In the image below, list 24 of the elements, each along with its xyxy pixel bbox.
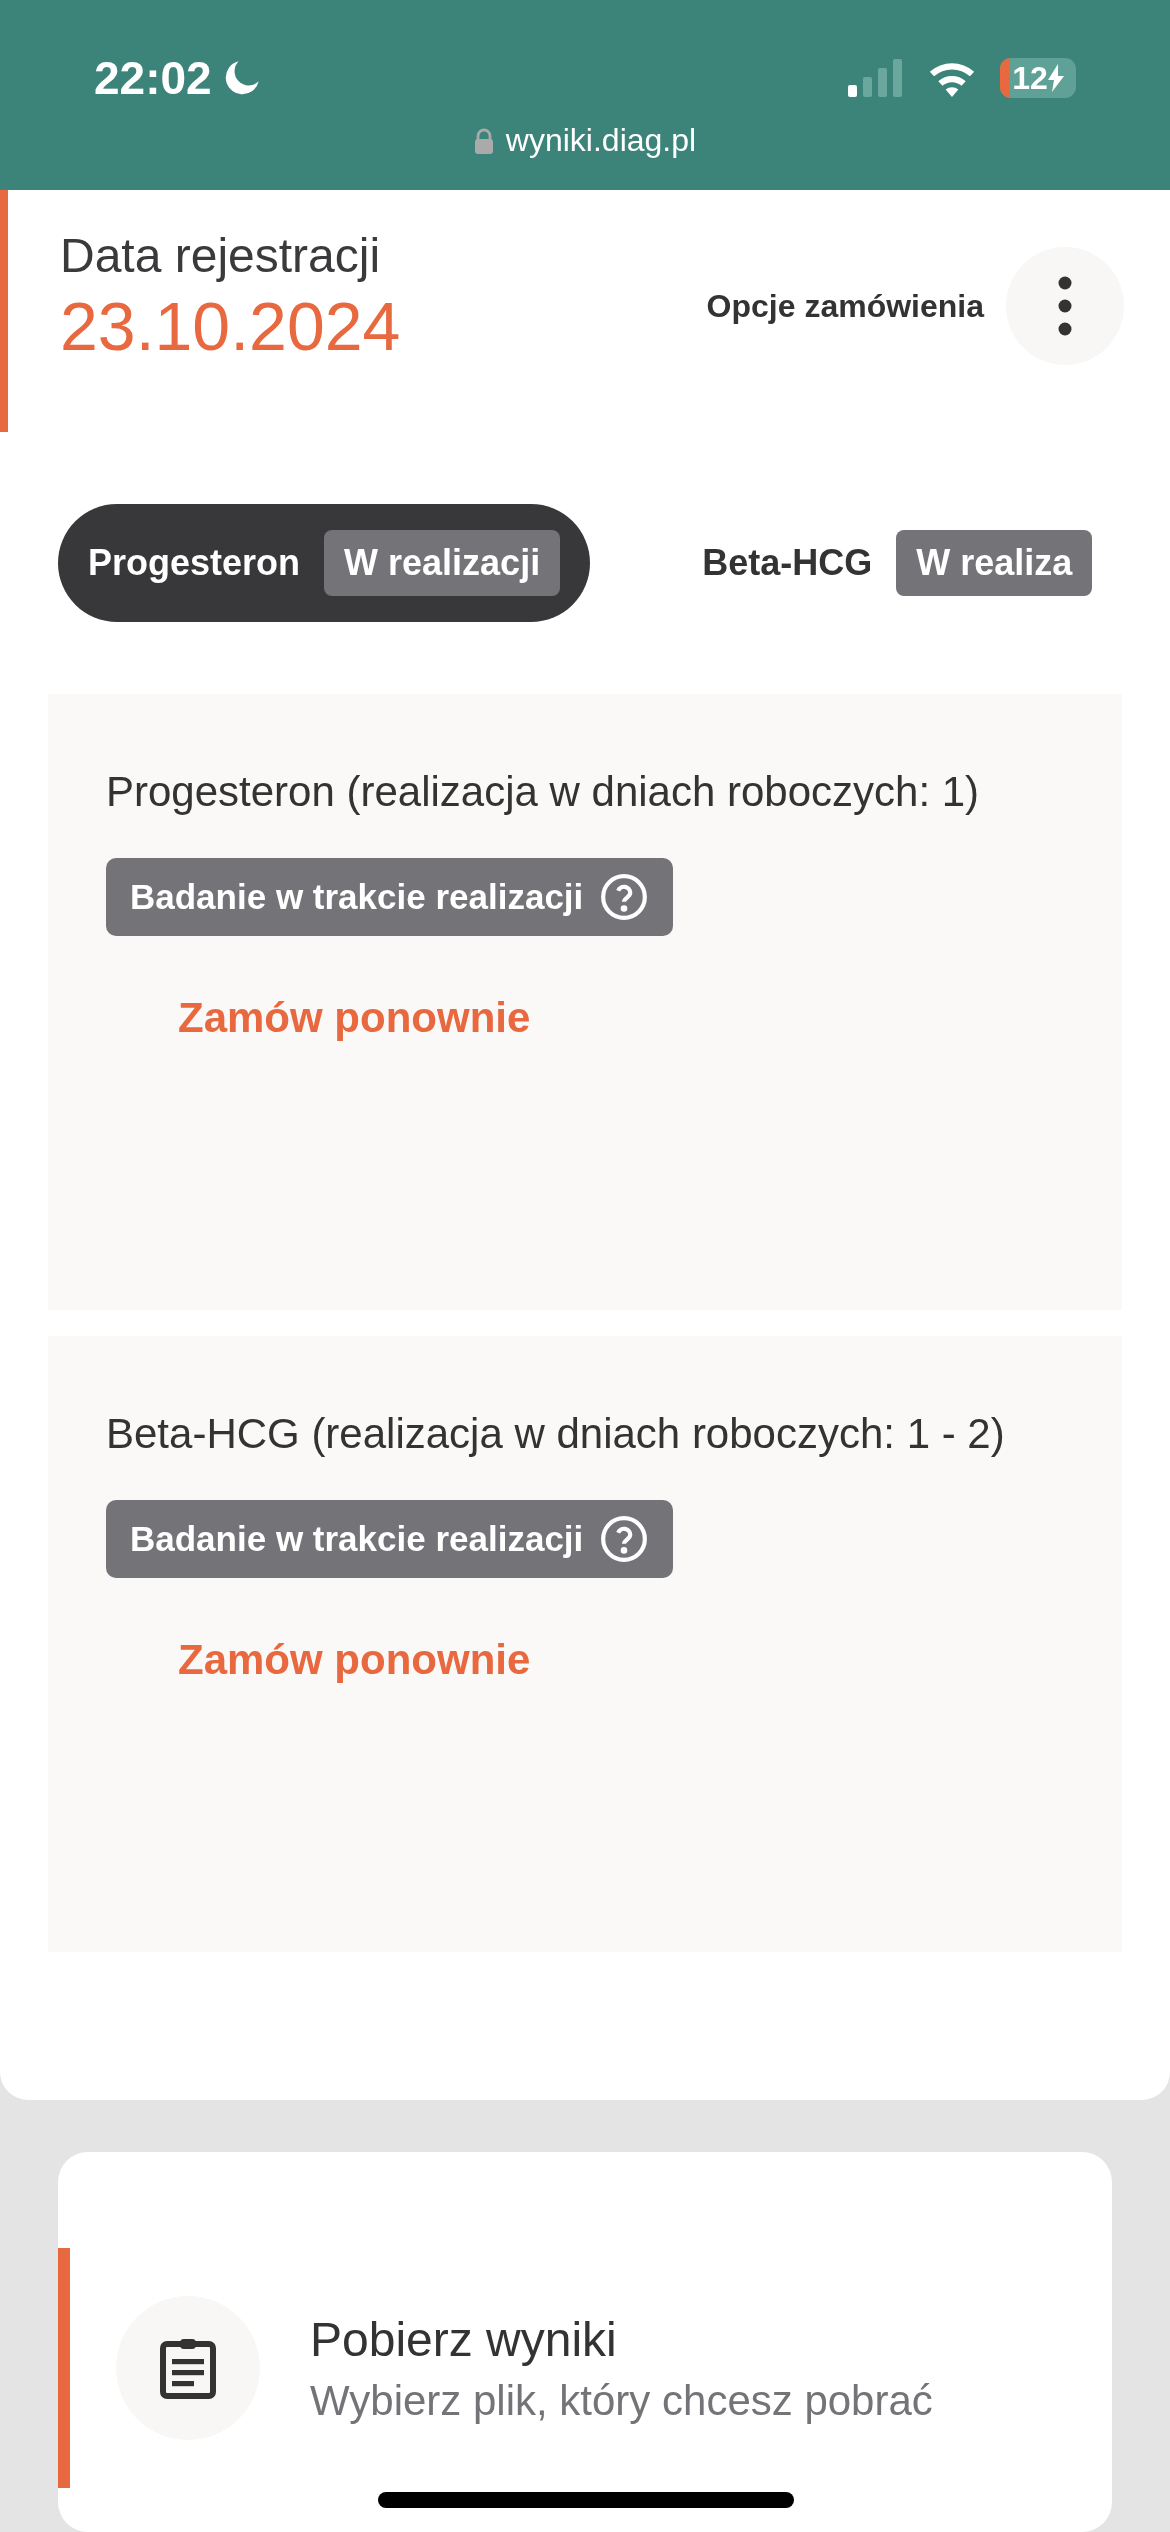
download-title: Pobierz wyniki	[310, 2311, 618, 2367]
lock-icon	[473, 127, 494, 154]
help-icon[interactable]	[599, 1514, 650, 1564]
test-title: Progesteron (realizacja w dniach roboczych: 1)	[106, 767, 980, 817]
tab-name: Progesteron	[88, 542, 301, 584]
clipboard-icon	[160, 2337, 216, 2399]
more-icon	[1058, 276, 1072, 336]
registration-date: 23.10.2024	[60, 286, 401, 365]
status-time: 22:02	[94, 51, 212, 105]
tab-name: Beta-HCG	[702, 542, 873, 584]
status-badge: W realiza	[896, 530, 1093, 596]
status-badge: W realizacji	[324, 530, 561, 596]
order-options-label: Opcje zamówienia	[706, 287, 984, 325]
status-text: Badanie w trakcie realizacji	[130, 877, 584, 917]
registration-label: Data rejestracji	[60, 227, 382, 283]
test-tab[interactable]: Progesteron W realizacji	[58, 504, 591, 622]
status-text: Badanie w trakcie realizacji	[130, 1519, 584, 1559]
battery-icon: 12	[1000, 58, 1076, 98]
test-title: Beta-HCG (realizacja w dniach roboczych: 1 - 2)	[106, 1409, 1005, 1459]
help-icon[interactable]	[599, 872, 650, 922]
url-text[interactable]: wyniki.diag.pl	[505, 122, 697, 159]
test-tab[interactable]: Beta-HCG W realiza	[672, 504, 1123, 622]
signal-icon	[848, 59, 904, 97]
download-subtitle: Wybierz plik, który chcesz pobrać	[310, 2376, 933, 2425]
